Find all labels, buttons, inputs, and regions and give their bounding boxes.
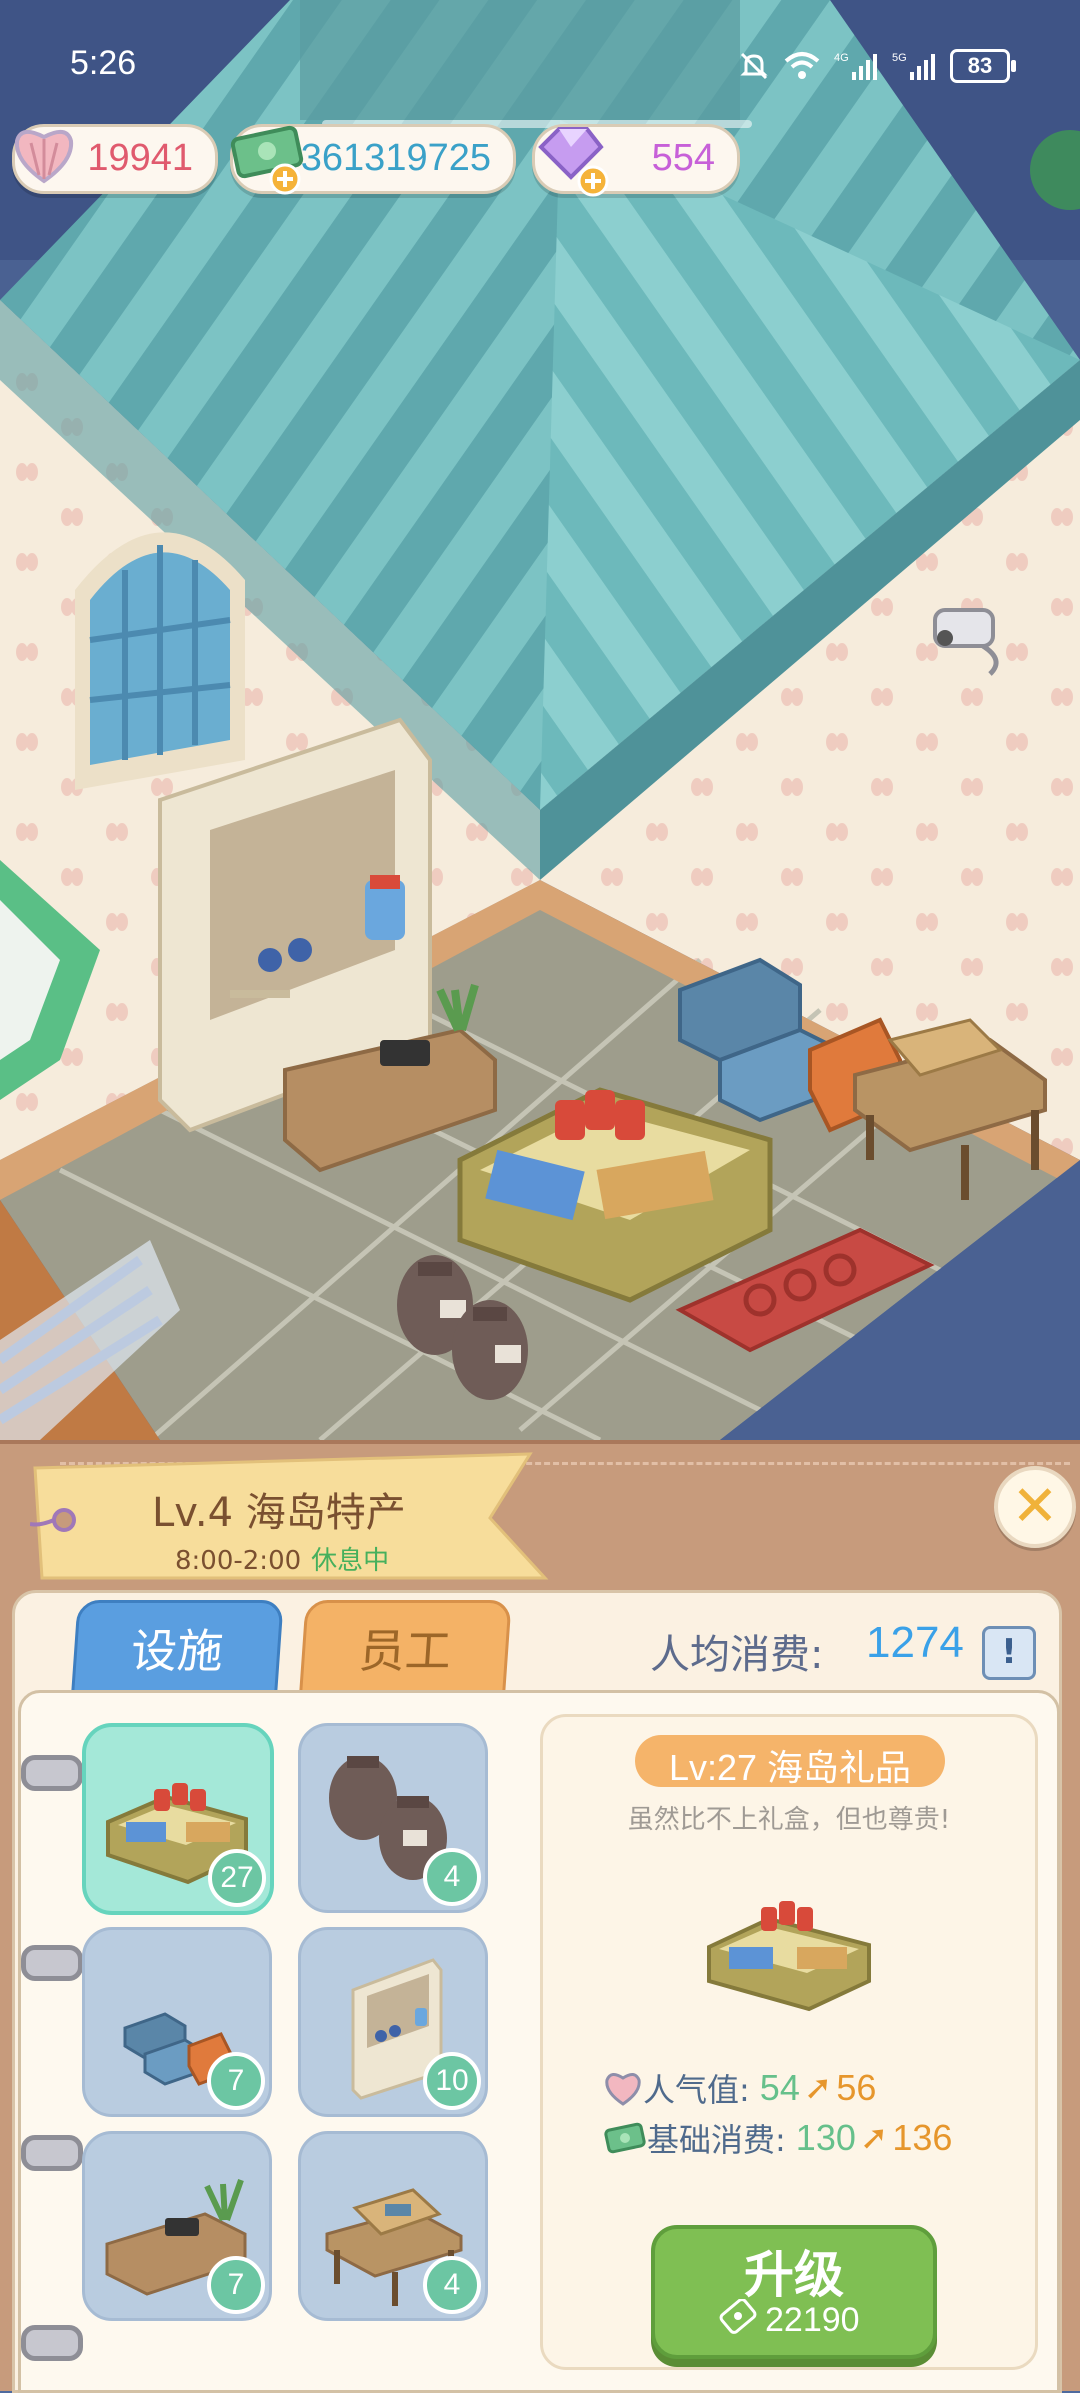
heart-shell-icon bbox=[605, 2073, 641, 2106]
stat-base-spend-current: 130 bbox=[795, 2117, 856, 2158]
upgrade-button[interactable]: 升级 22190 bbox=[651, 2225, 937, 2359]
facility-gift-counter[interactable]: 27 bbox=[82, 1723, 274, 1915]
upgrade-label: 升级 bbox=[744, 2246, 844, 2304]
detail-gift-counter-icon bbox=[707, 1901, 871, 2012]
svg-text:4G: 4G bbox=[834, 52, 849, 64]
battery-icon: 83 bbox=[950, 49, 1016, 83]
popularity-currency[interactable]: 19941 bbox=[12, 124, 218, 194]
facility-level: 7 bbox=[207, 2052, 265, 2110]
hearts-value: 19941 bbox=[87, 137, 193, 179]
facility-level: 10 bbox=[423, 2052, 481, 2110]
facility-shoe-boxes[interactable]: 7 bbox=[82, 1927, 272, 2117]
stat-popularity-next: 56 bbox=[836, 2067, 877, 2108]
signal-4g-icon: 4G bbox=[834, 52, 877, 80]
heart-shell-icon bbox=[14, 129, 74, 184]
facility-display-cabinet[interactable]: 10 bbox=[298, 1927, 488, 2117]
arrow-up-icon: ➚ bbox=[803, 2068, 833, 2108]
binder-ring bbox=[21, 1755, 83, 1791]
stat-popularity-current: 54 bbox=[759, 2067, 800, 2108]
facility-level: 4 bbox=[423, 2256, 481, 2314]
wifi-icon bbox=[784, 52, 820, 79]
shop-title: Lv.4 海岛特产 bbox=[152, 1490, 406, 1536]
avg-spend-value: 1274 bbox=[866, 1618, 964, 1667]
shop-hours: 8:00-2:00 休息中 bbox=[175, 1540, 389, 1577]
gem-currency[interactable]: 554 bbox=[532, 124, 740, 197]
close-button[interactable]: ✕ bbox=[994, 1466, 1076, 1548]
binder-ring bbox=[21, 2325, 83, 2361]
cash-icon bbox=[719, 2299, 757, 2334]
gem-icon bbox=[538, 127, 609, 197]
status-icons: 4G 5G 83 bbox=[738, 48, 1016, 84]
svg-text:5G: 5G bbox=[892, 52, 907, 64]
cash-value: 361319725 bbox=[300, 137, 491, 179]
detail-description: 虽然比不上礼盒，但也尊贵! bbox=[627, 1805, 951, 1835]
facility-level: 7 bbox=[207, 2256, 265, 2314]
shop-hours-text: 8:00-2:00 bbox=[175, 1546, 302, 1576]
binder-ring bbox=[21, 1945, 83, 1981]
facility-cashier-table[interactable]: 7 bbox=[82, 2131, 272, 2321]
mute-icon bbox=[740, 52, 768, 80]
avg-spend-label: 人均消费: bbox=[650, 1632, 824, 1678]
facility-level: 4 bbox=[423, 1848, 481, 1906]
status-time: 5:26 bbox=[70, 44, 137, 82]
close-icon: ✕ bbox=[1011, 1474, 1059, 1539]
facility-detail: Lv:27 海岛礼品 虽然比不上礼盒，但也尊贵! 人气值: 54 ➚ 56 基础… bbox=[540, 1714, 1038, 2370]
stat-popularity-label: 人气值: bbox=[643, 2071, 750, 2109]
shop-tag: Lv.4 海岛特产 8:00-2:00 休息中 bbox=[30, 1448, 550, 1584]
binder-ring bbox=[21, 2135, 83, 2171]
stat-base-spend-label: 基础消费: bbox=[647, 2121, 786, 2159]
info-button[interactable]: ! bbox=[982, 1626, 1036, 1680]
facility-shoe-table[interactable]: 4 bbox=[298, 2131, 488, 2321]
gems-value: 554 bbox=[651, 137, 715, 179]
facility-level: 27 bbox=[208, 1849, 266, 1907]
shop-scene[interactable] bbox=[0, 0, 1080, 1450]
arrow-up-icon: ➚ bbox=[859, 2118, 889, 2158]
cash-icon bbox=[604, 2122, 646, 2154]
detail-name: Lv:27 海岛礼品 bbox=[668, 1747, 912, 1788]
stat-base-spend: 基础消费: 130 ➚ 136 bbox=[603, 2115, 952, 2161]
status-bar: 5:26 4G 5G 83 bbox=[0, 0, 1080, 100]
facility-clay-jars[interactable]: 4 bbox=[298, 1723, 488, 1913]
upgrade-cost: 22190 bbox=[765, 2301, 860, 2339]
signal-5g-icon: 5G bbox=[892, 52, 935, 80]
cash-currency[interactable]: 361319725 bbox=[230, 124, 516, 195]
shop-state: 休息中 bbox=[311, 1546, 390, 1576]
stat-popularity: 人气值: 54 ➚ 56 bbox=[603, 2065, 876, 2111]
stat-base-spend-next: 136 bbox=[892, 2117, 953, 2158]
